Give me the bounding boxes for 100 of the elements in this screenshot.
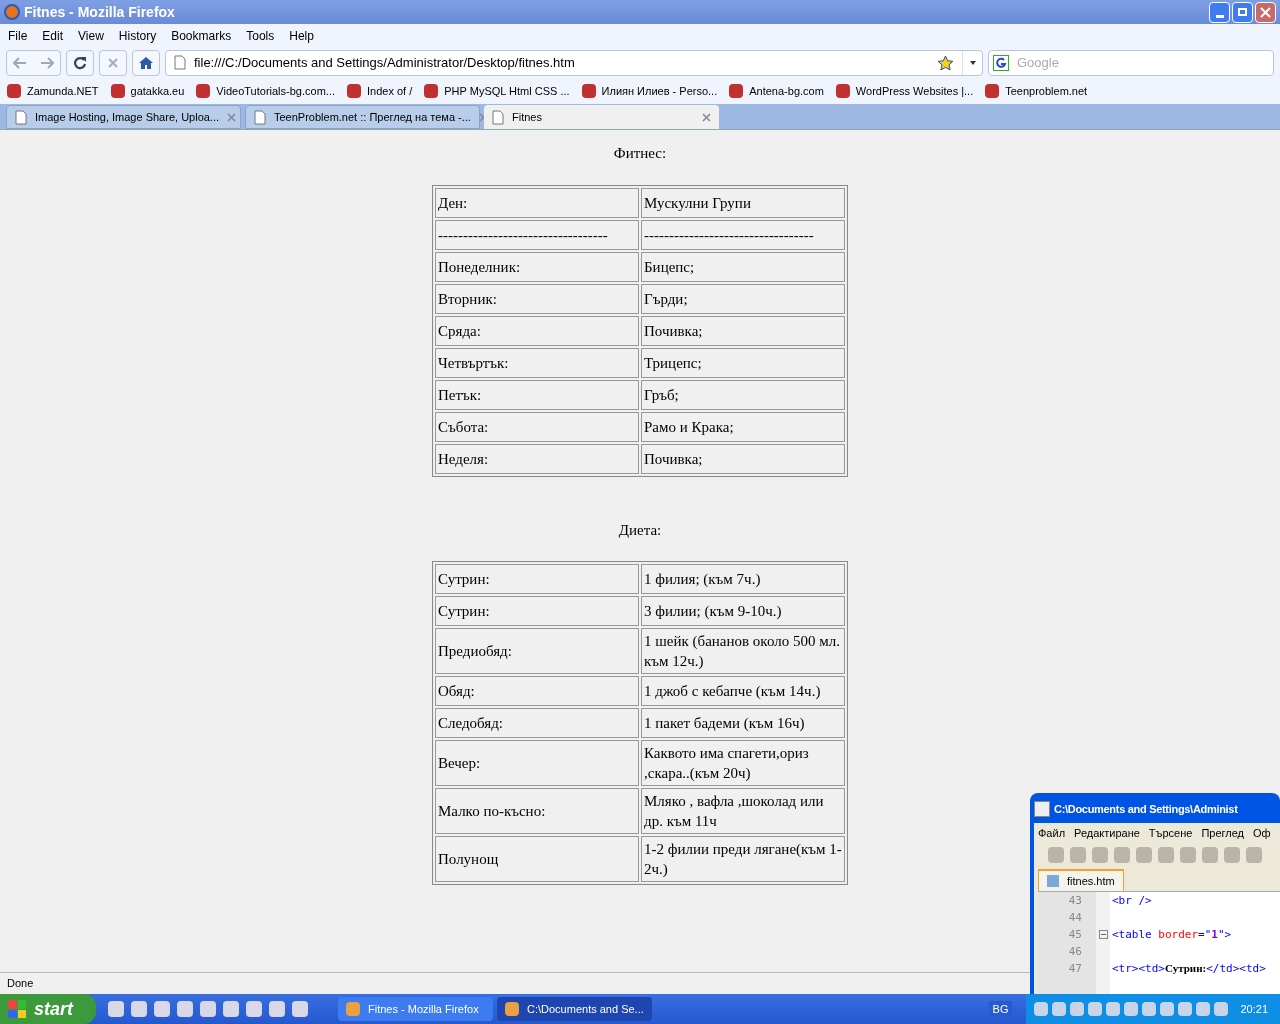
- star-icon[interactable]: [937, 54, 954, 71]
- menu-item[interactable]: Оф: [1253, 824, 1271, 842]
- toolbar-icon[interactable]: [1048, 847, 1064, 863]
- tray-icon[interactable]: [1160, 1002, 1175, 1016]
- caret-icon[interactable]: [969, 60, 976, 65]
- bookmark-item[interactable]: VideoTutorials-bg.com...: [216, 82, 335, 100]
- placeholder-text: Google: [1017, 53, 1059, 72]
- bookmark-favicon-icon[interactable]: [729, 84, 744, 98]
- toolbar-icon[interactable]: [1070, 847, 1086, 863]
- browser-tab[interactable]: Fitnes: [484, 105, 719, 129]
- quick-launch-icon[interactable]: [154, 1001, 170, 1017]
- quick-launch-icon[interactable]: [108, 1001, 124, 1017]
- toolbar-icon[interactable]: [1224, 847, 1240, 863]
- page-icon: [254, 109, 266, 125]
- menu-item[interactable]: Tools: [246, 26, 275, 45]
- table-cell: Събота:: [435, 411, 639, 442]
- menu-item[interactable]: Help: [289, 26, 314, 45]
- stop-button[interactable]: [99, 49, 127, 76]
- table-cell: Ден:: [435, 187, 639, 218]
- home-button[interactable]: [132, 49, 160, 76]
- bookmark-favicon-icon[interactable]: [196, 84, 211, 98]
- page-icon: [15, 109, 27, 125]
- tray-icon[interactable]: [1034, 1002, 1049, 1016]
- language-indicator[interactable]: BG: [988, 1000, 1013, 1018]
- toolbar-icon[interactable]: [1114, 847, 1130, 863]
- table-cell: 1 джоб с кебапче (към 14ч.): [641, 676, 845, 706]
- tray-icon[interactable]: [1052, 1002, 1067, 1016]
- table-cell: 1 шейк (бананов около 500 мл. към 12ч.): [641, 628, 845, 674]
- bookmark-favicon-icon[interactable]: [347, 84, 361, 98]
- menu-item[interactable]: File: [8, 26, 28, 45]
- menu-item[interactable]: Файл: [1038, 824, 1066, 842]
- menu-item[interactable]: Bookmarks: [171, 26, 232, 45]
- quick-launch-icon[interactable]: [131, 1001, 147, 1017]
- bookmark-item[interactable]: Teenproblem.net: [1005, 82, 1088, 100]
- table-cell: 1-2 филии преди лягане(към 1-2ч.): [641, 836, 845, 882]
- quick-launch-icon[interactable]: [269, 1001, 285, 1017]
- minimize-button[interactable]: [1209, 1, 1230, 23]
- tray-icon[interactable]: [1196, 1002, 1211, 1016]
- table-cell: Малко по-късно:: [435, 788, 639, 834]
- table-cell: ----------------------------------: [641, 219, 845, 250]
- taskbar-window-button[interactable]: Fitnes - Mozilla Firefox: [338, 997, 493, 1021]
- bookmark-favicon-icon[interactable]: [835, 84, 850, 98]
- address-bar[interactable]: file:///C:/Documents and Settings/Administrator/Desktop/fitnes.htm: [165, 49, 983, 76]
- menu-item[interactable]: History: [118, 26, 157, 45]
- table-cell: Сутрин:: [435, 596, 639, 626]
- tray-icon[interactable]: [1124, 1002, 1139, 1016]
- quick-launch-icon[interactable]: [223, 1001, 239, 1017]
- bookmark-item[interactable]: gatakka.eu: [130, 82, 185, 100]
- restore-button[interactable]: [1232, 1, 1253, 23]
- menu-item[interactable]: Edit: [42, 26, 64, 45]
- bookmark-item[interactable]: Index of /: [367, 82, 413, 100]
- quick-launch-icon[interactable]: [200, 1001, 216, 1017]
- toolbar-icon[interactable]: [1158, 847, 1174, 863]
- fold-icon[interactable]: [1098, 930, 1108, 939]
- toolbar-icon[interactable]: [1092, 847, 1108, 863]
- editor-tab[interactable]: fitnes.htm: [1038, 869, 1124, 891]
- bookmark-favicon-icon[interactable]: [110, 84, 125, 98]
- bookmark-favicon-icon[interactable]: [424, 84, 439, 98]
- toolbar-icon[interactable]: [1202, 847, 1218, 863]
- tab-label[interactable]: Image Hosting, Image Share, Uploa...: [35, 108, 220, 126]
- bookmark-item[interactable]: PHP MySQL Html CSS ...: [444, 82, 570, 100]
- toolbar-icon[interactable]: [1180, 847, 1196, 863]
- toolbar-icon[interactable]: [1246, 847, 1262, 863]
- browser-tab[interactable]: Image Hosting, Image Share, Uploa...: [6, 105, 241, 129]
- tray-icon[interactable]: [1106, 1002, 1121, 1016]
- tab-label[interactable]: Fitnes: [512, 108, 542, 126]
- reload-button[interactable]: [66, 49, 94, 76]
- tray-icon[interactable]: [1178, 1002, 1193, 1016]
- tray-icon[interactable]: [1142, 1002, 1157, 1016]
- bookmark-item[interactable]: Илиян Илиев - Perso...: [601, 82, 718, 100]
- bookmark-favicon-icon[interactable]: [7, 84, 21, 98]
- bookmark-favicon-icon[interactable]: [985, 84, 1000, 98]
- reload-icon: [73, 55, 87, 70]
- bookmark-favicon-icon[interactable]: [581, 84, 596, 98]
- taskbar-window-button[interactable]: C:\Documents and Se...: [497, 997, 652, 1021]
- search-engine-icon[interactable]: [993, 54, 1009, 71]
- tray-icon[interactable]: [1088, 1002, 1103, 1016]
- table-cell: Полунощ: [435, 836, 639, 882]
- start-button[interactable]: start: [0, 994, 96, 1024]
- menu-item[interactable]: Редактиране: [1074, 824, 1140, 842]
- menu-item[interactable]: View: [78, 26, 104, 45]
- toolbar-icon[interactable]: [1136, 847, 1152, 863]
- table-cell: Следобяд:: [435, 708, 639, 738]
- forward-arrow-icon[interactable]: [39, 56, 54, 69]
- close-button[interactable]: [1255, 1, 1276, 23]
- quick-launch-icon[interactable]: [292, 1001, 308, 1017]
- bookmark-item[interactable]: Zamunda.NET: [27, 82, 99, 100]
- address-text[interactable]: file:///C:/Documents and Settings/Administrator/Desktop/fitnes.htm: [194, 52, 575, 73]
- tray-icon[interactable]: [1214, 1002, 1229, 1016]
- menu-item[interactable]: Преглед: [1201, 824, 1244, 842]
- app-icon: [346, 1002, 360, 1016]
- line-number: 46: [1068, 944, 1082, 960]
- bookmark-item[interactable]: WordPress Websites |...: [855, 82, 974, 100]
- tab-label[interactable]: TeenProblem.net :: Преглед на тема -...: [274, 108, 471, 126]
- menu-item[interactable]: Търсене: [1148, 824, 1193, 842]
- bookmark-item[interactable]: Antena-bg.com: [749, 82, 824, 100]
- quick-launch-icon[interactable]: [246, 1001, 262, 1017]
- tray-icon[interactable]: [1070, 1002, 1085, 1016]
- quick-launch-icon[interactable]: [177, 1001, 193, 1017]
- back-arrow-icon[interactable]: [13, 56, 28, 69]
